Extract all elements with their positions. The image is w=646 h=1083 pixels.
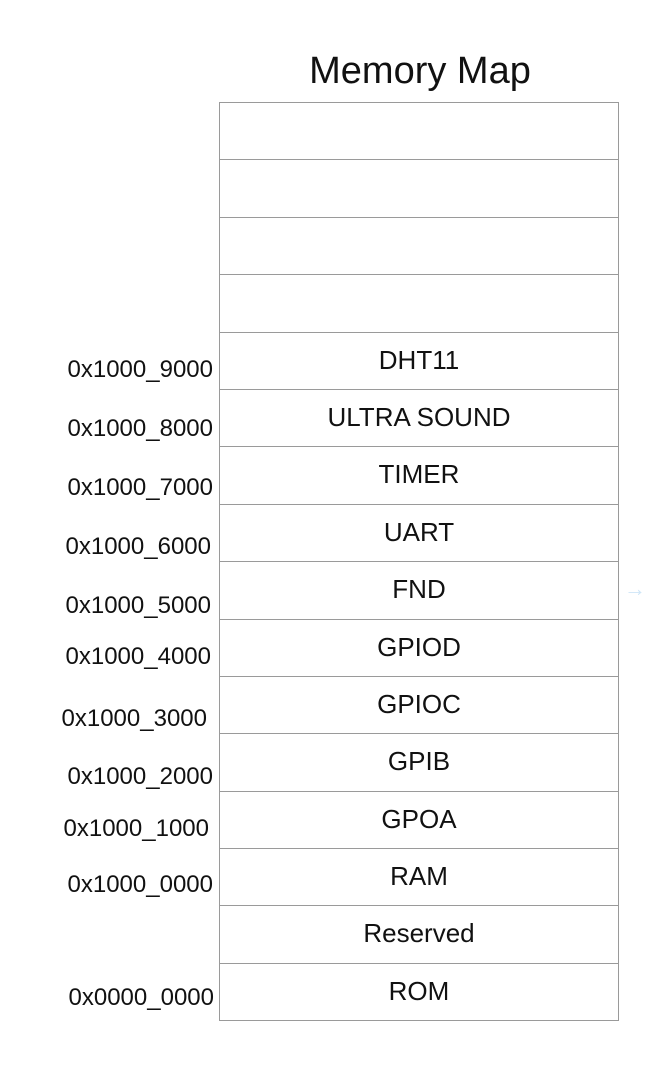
memory-block-empty-4 bbox=[220, 275, 618, 333]
address-label-gpoa: 0x1000_1000 bbox=[63, 815, 209, 842]
memory-block-empty-1 bbox=[220, 103, 618, 161]
address-label-gpioc: 0x1000_3000 bbox=[61, 705, 207, 732]
address-label-gpiod: 0x1000_4000 bbox=[65, 643, 211, 670]
memory-block-dht11: DHT11 bbox=[220, 333, 618, 390]
address-label-gpib: 0x1000_2000 bbox=[67, 763, 213, 790]
right-arrow-icon: → bbox=[624, 576, 646, 601]
address-label-ram: 0x1000_0000 bbox=[67, 871, 213, 898]
address-label-dht11: 0x1000_9000 bbox=[67, 356, 213, 383]
memory-block-ultra-sound: ULTRA SOUND bbox=[220, 390, 618, 448]
memory-block-gpib: GPIB bbox=[220, 734, 618, 792]
address-label-fnd: 0x1000_5000 bbox=[65, 592, 211, 619]
memory-block-gpoa: GPOA bbox=[220, 792, 618, 850]
address-label-rom: 0x0000_0000 bbox=[68, 984, 214, 1011]
memory-block-gpiod: GPIOD bbox=[220, 620, 618, 677]
diagram-title: Memory Map bbox=[309, 50, 531, 92]
memory-block-timer: TIMER bbox=[220, 447, 618, 505]
memory-block-fnd: FND bbox=[220, 562, 618, 620]
memory-block-empty-2 bbox=[220, 160, 618, 218]
memory-block-gpioc: GPIOC bbox=[220, 677, 618, 735]
memory-map-table: DHT11 ULTRA SOUND TIMER UART FND GPIOD G… bbox=[219, 102, 619, 1022]
memory-block-empty-3 bbox=[220, 218, 618, 276]
address-label-timer: 0x1000_7000 bbox=[67, 474, 213, 501]
address-label-ultra-sound: 0x1000_8000 bbox=[67, 415, 213, 442]
memory-block-reserved: Reserved bbox=[220, 906, 618, 964]
memory-block-rom: ROM bbox=[220, 964, 618, 1022]
memory-block-ram: RAM bbox=[220, 849, 618, 907]
memory-block-uart: UART bbox=[220, 505, 618, 563]
address-label-uart: 0x1000_6000 bbox=[65, 533, 211, 560]
